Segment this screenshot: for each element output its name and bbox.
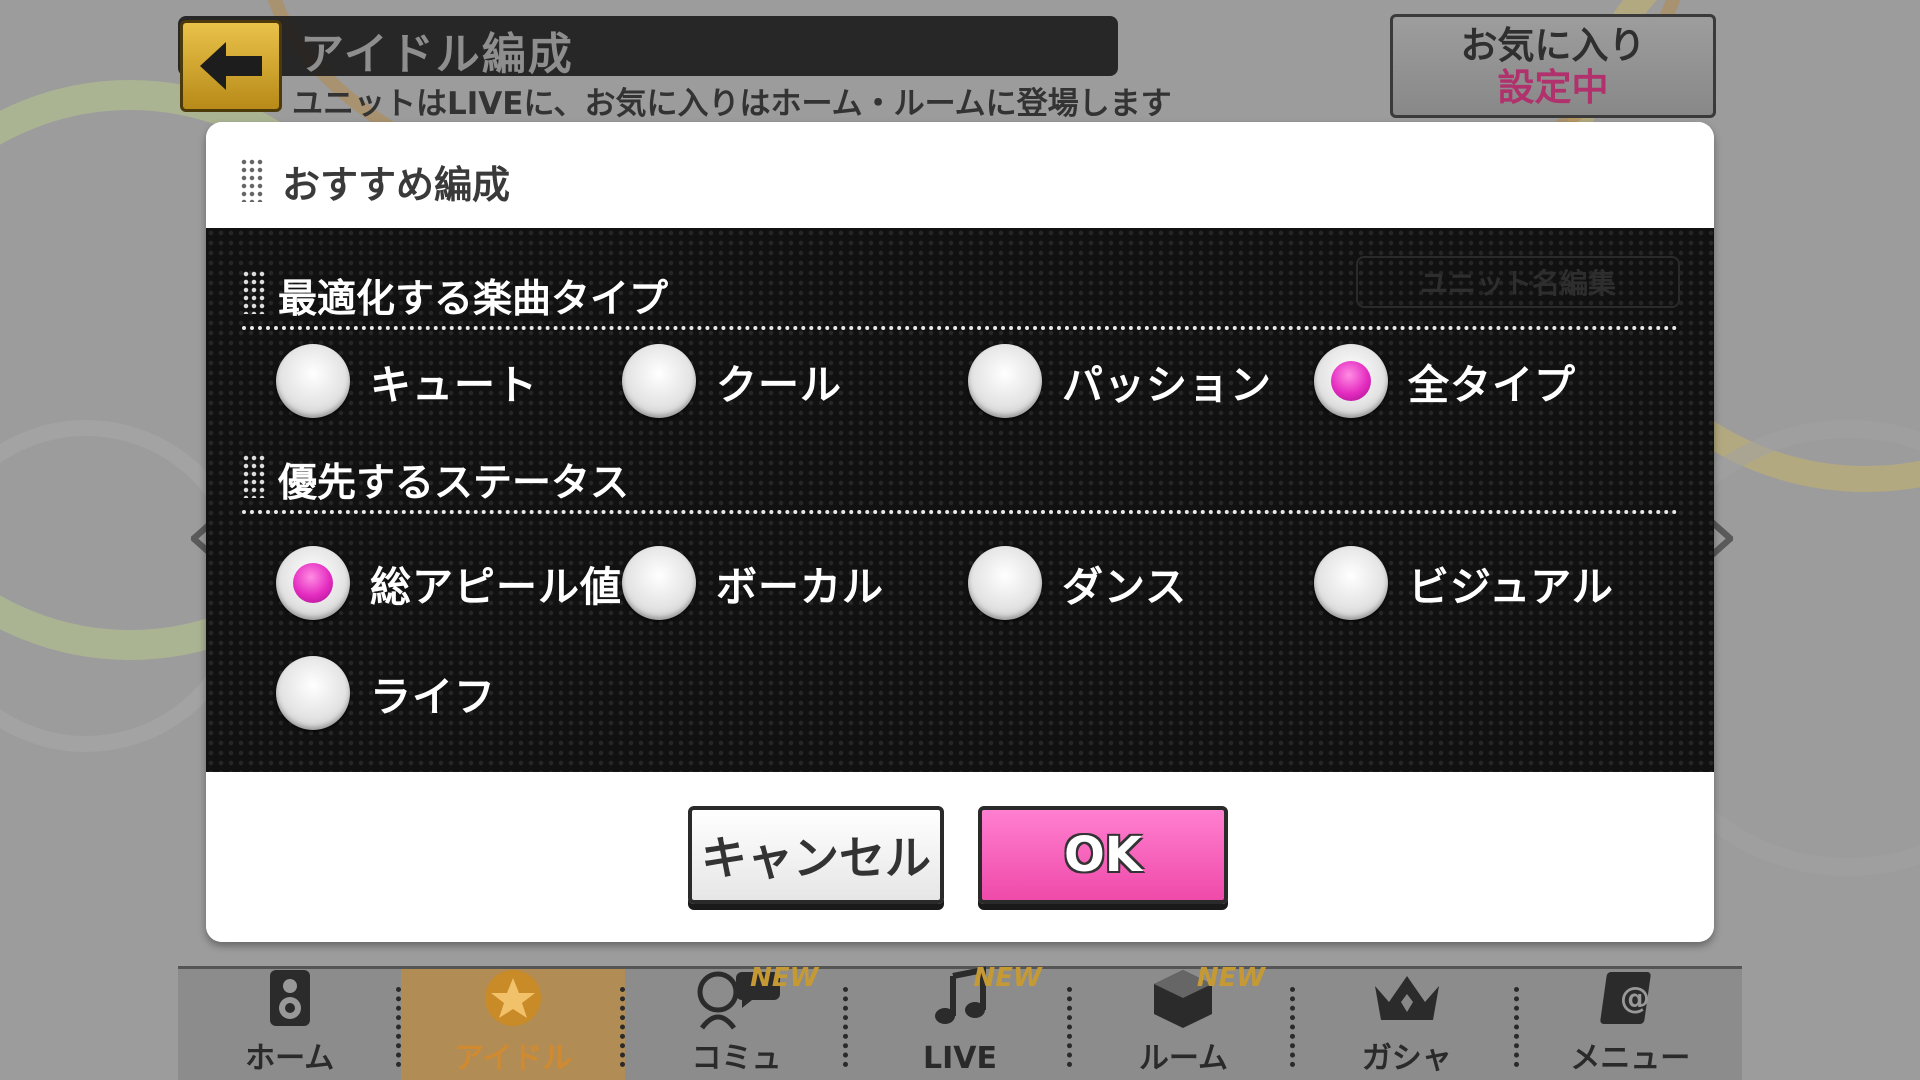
section-divider xyxy=(242,326,1678,330)
nav-label: アイドル xyxy=(453,1041,573,1076)
radio-label: 全タイプ xyxy=(1408,361,1576,409)
favorite-status-button[interactable]: お気に入り 設定中 xyxy=(1390,14,1716,118)
page-subtitle: ユニットはLIVEに、お気に入りはホーム・ルームに登場します xyxy=(292,86,1172,122)
radio-label: クール xyxy=(716,361,842,409)
star-icon xyxy=(481,966,545,1042)
menu-icon: @ xyxy=(1598,966,1662,1042)
nav-label: ホーム xyxy=(245,1041,335,1076)
dialog-footer: キャンセル OK xyxy=(206,772,1714,942)
nav-label: コミュ xyxy=(691,1041,782,1076)
radio-button[interactable] xyxy=(622,344,696,418)
arrow-left-icon xyxy=(200,42,262,90)
dots-icon xyxy=(242,270,266,314)
radio-label: キュート xyxy=(370,361,538,409)
radio-button[interactable] xyxy=(276,656,350,730)
radio-label: 総アピール値 xyxy=(370,563,622,611)
radio-status-visual[interactable]: ビジュアル xyxy=(1314,546,1614,620)
radio-button[interactable] xyxy=(622,546,696,620)
rename-unit-hint: ユニット名編集 xyxy=(1356,256,1680,308)
speaker-icon xyxy=(260,966,320,1042)
nav-item-gacha[interactable]: ガシャ xyxy=(1295,966,1519,1080)
nav-label: メニュー xyxy=(1570,1041,1691,1076)
ok-button[interactable]: OK xyxy=(978,806,1228,904)
status-section-title: 優先するステータス xyxy=(278,461,630,506)
radio-label: ビジュアル xyxy=(1408,563,1614,611)
favorite-state: 設定中 xyxy=(1497,66,1609,109)
page-title: アイドル編成 xyxy=(300,29,574,80)
radio-label: ボーカル xyxy=(716,563,884,611)
nav-label: LIVE xyxy=(922,1041,997,1076)
radio-status-life[interactable]: ライフ xyxy=(276,656,496,730)
radio-label: ライフ xyxy=(370,673,496,721)
radio-button[interactable] xyxy=(1314,344,1388,418)
cancel-button[interactable]: キャンセル xyxy=(688,806,944,904)
nav-item-home[interactable]: ホーム xyxy=(178,966,402,1080)
bottom-nav: ホーム アイドル NEW コミュ NEW LIVE NEW ルーム ガシャ @ … xyxy=(178,963,1742,1080)
recommend-formation-dialog: おすすめ編成 ユニット名編集 最適化する楽曲タイプ キュート クール パッション… xyxy=(206,122,1714,942)
radio-status-vocal[interactable]: ボーカル xyxy=(622,546,884,620)
favorite-label: お気に入り xyxy=(1460,24,1646,67)
nav-label: ガシャ xyxy=(1361,1041,1452,1076)
nav-item-live[interactable]: NEW LIVE xyxy=(848,963,1072,1080)
nav-item-room[interactable]: NEW ルーム xyxy=(1072,963,1296,1080)
new-badge: NEW xyxy=(750,963,819,993)
section-divider xyxy=(242,510,1678,514)
radio-song-type-cute[interactable]: キュート xyxy=(276,344,538,418)
radio-status-dance[interactable]: ダンス xyxy=(968,546,1187,620)
dialog-body: ユニット名編集 最適化する楽曲タイプ キュート クール パッション 全タイプ 優… xyxy=(206,228,1714,772)
radio-song-type-cool[interactable]: クール xyxy=(622,344,842,418)
radio-button[interactable] xyxy=(276,546,350,620)
radio-song-type-all[interactable]: 全タイプ xyxy=(1314,344,1576,418)
radio-status-total-appeal[interactable]: 総アピール値 xyxy=(276,546,622,620)
dialog-header: おすすめ編成 xyxy=(206,122,1714,228)
dots-icon xyxy=(240,158,264,202)
dialog-title: おすすめ編成 xyxy=(282,163,511,207)
dots-icon xyxy=(242,454,266,498)
nav-item-idol[interactable]: アイドル xyxy=(401,966,625,1080)
new-badge: NEW xyxy=(1196,963,1266,993)
nav-label: ルーム xyxy=(1138,1041,1228,1076)
svg-text:@: @ xyxy=(1620,981,1650,1016)
radio-label: ダンス xyxy=(1062,563,1188,611)
song-type-section-title: 最適化する楽曲タイプ xyxy=(278,277,669,322)
radio-button[interactable] xyxy=(968,344,1042,418)
new-badge: NEW xyxy=(973,963,1042,993)
nav-item-commu[interactable]: NEW コミュ xyxy=(625,963,849,1080)
radio-button[interactable] xyxy=(1314,546,1388,620)
crown-icon xyxy=(1367,966,1447,1042)
radio-button[interactable] xyxy=(276,344,350,418)
radio-label: パッション xyxy=(1062,361,1272,409)
back-button[interactable] xyxy=(180,20,282,112)
nav-item-menu[interactable]: @ メニュー xyxy=(1519,969,1742,1080)
radio-button[interactable] xyxy=(968,546,1042,620)
radio-song-type-passion[interactable]: パッション xyxy=(968,344,1272,418)
